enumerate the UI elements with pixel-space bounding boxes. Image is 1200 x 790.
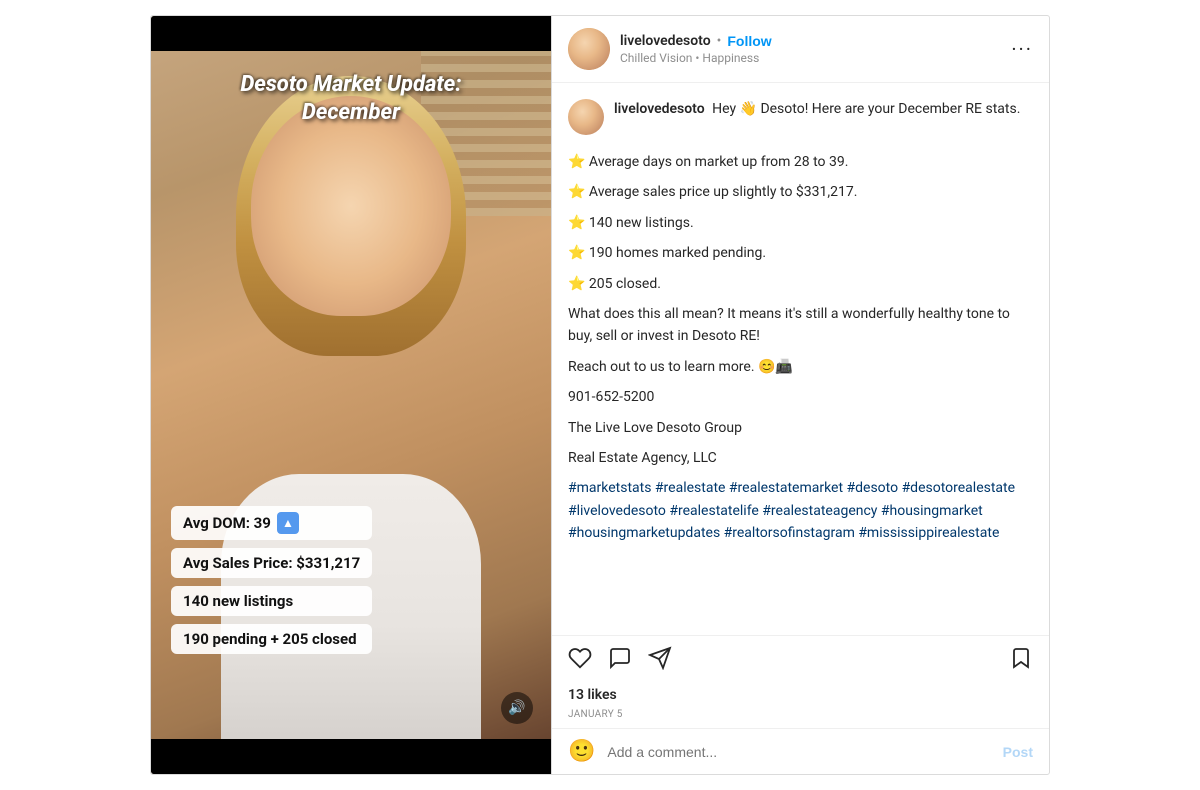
bookmark-button[interactable] (1009, 646, 1033, 670)
video-stats-overlay: Avg DOM: 39 ▲ Avg Sales Price: $331,217 … (171, 506, 372, 654)
sound-icon: 🔊 (508, 700, 525, 716)
username-row: livelovedesoto • Follow (620, 33, 1001, 49)
caption-phone: 901-652-5200 (568, 386, 1033, 408)
avatar[interactable] (568, 28, 610, 70)
stat-dom-text: Avg DOM: 39 (183, 514, 271, 532)
caption-greeting: Hey 👋 Desoto! Here are your December RE … (712, 101, 1020, 117)
actions-bar (552, 635, 1049, 680)
caption-stat5: ⭐ 205 closed. (568, 273, 1033, 295)
stat-price-text: Avg Sales Price: $331,217 (183, 554, 360, 572)
likes-area: 13 likes (552, 680, 1049, 707)
heart-icon (568, 646, 592, 670)
follow-button[interactable]: Follow (727, 33, 771, 49)
stat-listings-text: 140 new listings (183, 592, 293, 610)
caption-stat4: ⭐ 190 homes marked pending. (568, 242, 1033, 264)
caption-hashtags[interactable]: #marketstats #realestate #realestatemark… (568, 477, 1033, 544)
caption-company1: The Live Love Desoto Group (568, 417, 1033, 439)
black-bar-bottom (151, 739, 551, 774)
bookmark-icon (1009, 646, 1033, 670)
up-arrow-icon: ▲ (277, 512, 299, 534)
caption-reach-out: Reach out to us to learn more. 😊📠 (568, 356, 1033, 378)
post-header: livelovedesoto • Follow Chilled Vision •… (552, 16, 1049, 83)
action-icons-left (568, 646, 672, 670)
location-text: Chilled Vision • Happiness (620, 51, 1001, 65)
username[interactable]: livelovedesoto (620, 33, 711, 49)
paper-plane-icon (648, 646, 672, 670)
like-button[interactable] (568, 646, 592, 670)
sound-button[interactable]: 🔊 (501, 692, 533, 724)
caption-text: livelovedesoto Hey 👋 Desoto! Here are yo… (614, 99, 1020, 120)
stat-badge-pending-closed: 190 pending + 205 closed (171, 624, 372, 654)
caption-company2: Real Estate Agency, LLC (568, 447, 1033, 469)
video-title-overlay: Desoto Market Update: December (211, 71, 491, 126)
media-panel: Desoto Market Update: December Avg DOM: … (151, 16, 551, 774)
caption-meaning: What does this all mean? It means it's s… (568, 303, 1033, 348)
caption-area: livelovedesoto Hey 👋 Desoto! Here are yo… (552, 83, 1049, 635)
person-face (251, 96, 451, 316)
caption-stat2: ⭐ Average sales price up slightly to $33… (568, 181, 1033, 203)
stat-badge-dom: Avg DOM: 39 ▲ (171, 506, 372, 540)
emoji-button[interactable]: 🙂 (568, 739, 595, 764)
post-container: Desoto Market Update: December Avg DOM: … (150, 15, 1050, 775)
post-comment-button[interactable]: Post (1003, 744, 1033, 760)
stat-badge-price: Avg Sales Price: $331,217 (171, 548, 372, 578)
header-info: livelovedesoto • Follow Chilled Vision •… (620, 33, 1001, 65)
comment-button[interactable] (608, 646, 632, 670)
caption-stat1: ⭐ Average days on market up from 28 to 3… (568, 151, 1033, 173)
likes-count[interactable]: 13 likes (568, 687, 617, 703)
caption-body: ⭐ Average days on market up from 28 to 3… (568, 151, 1033, 544)
content-panel: livelovedesoto • Follow Chilled Vision •… (551, 16, 1049, 774)
comment-input[interactable] (607, 744, 990, 760)
caption-header: livelovedesoto Hey 👋 Desoto! Here are yo… (568, 99, 1033, 135)
avatar-image (568, 28, 610, 70)
caption-avatar[interactable] (568, 99, 604, 135)
black-bar-top (151, 16, 551, 51)
comment-icon (608, 646, 632, 670)
post-date: JANUARY 5 (552, 707, 1049, 728)
caption-stat3: ⭐ 140 new listings. (568, 212, 1033, 234)
more-options-button[interactable]: ··· (1011, 39, 1033, 59)
comment-input-area: 🙂 Post (552, 728, 1049, 774)
caption-username[interactable]: livelovedesoto (614, 101, 705, 117)
video-title: Desoto Market Update: December (211, 71, 491, 126)
dot-separator: • (717, 33, 722, 49)
stat-pending-text: 190 pending + 205 closed (183, 630, 357, 648)
stat-badge-listings: 140 new listings (171, 586, 372, 616)
media-background (151, 16, 551, 774)
share-button[interactable] (648, 646, 672, 670)
